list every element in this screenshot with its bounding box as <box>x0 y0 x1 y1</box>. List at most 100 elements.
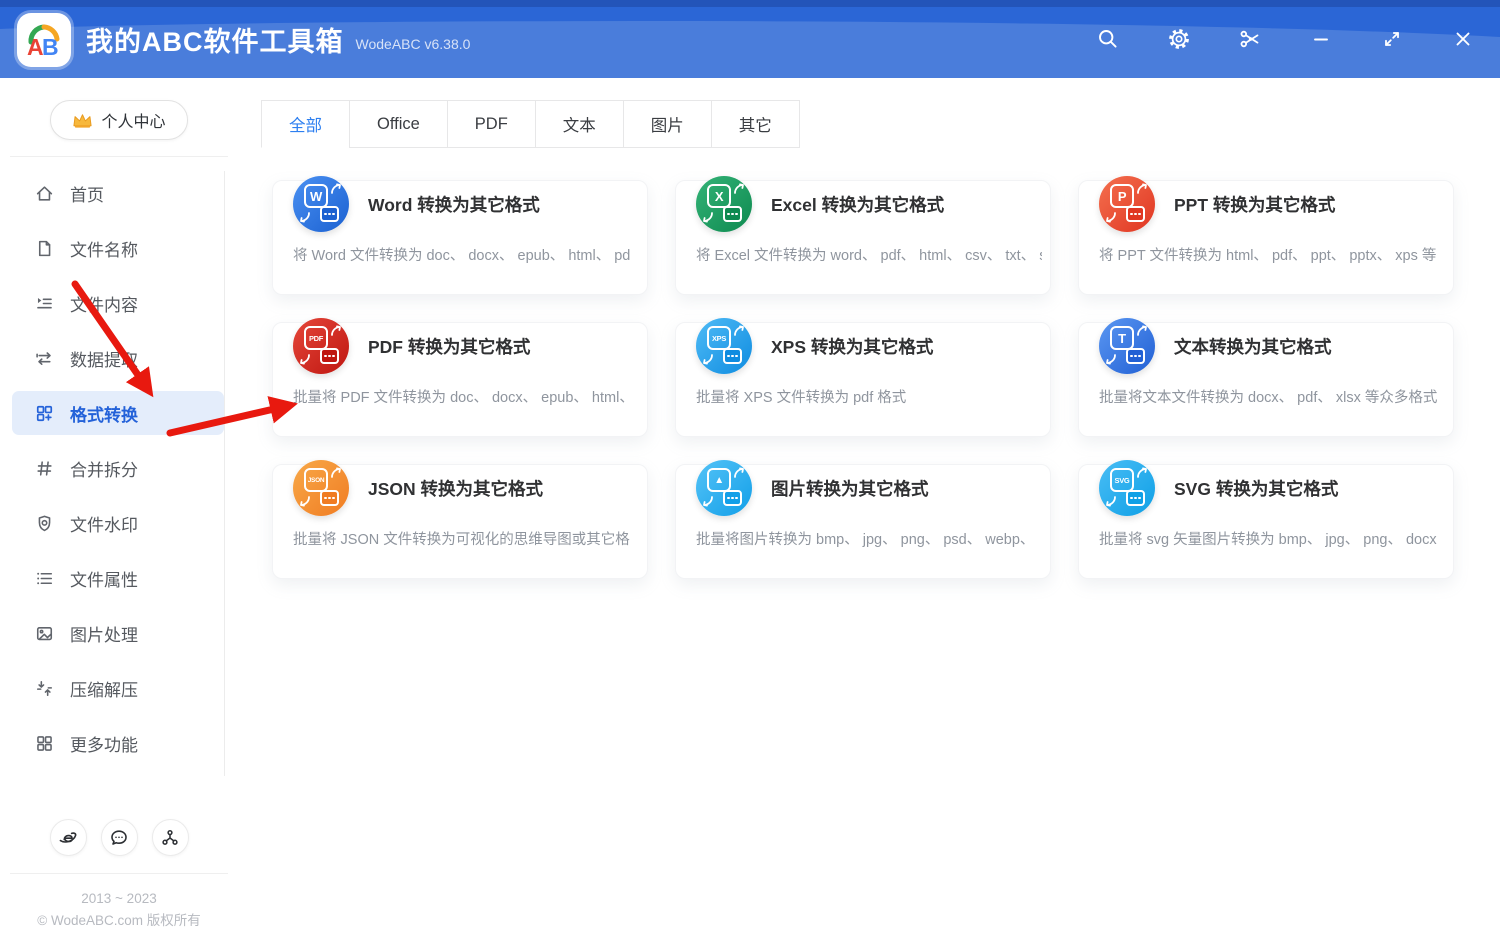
sidebar-item-data-extract[interactable]: 数据提取 <box>12 336 224 380</box>
crown-icon <box>73 114 93 128</box>
close-icon <box>1456 32 1470 46</box>
sidebar-item-compress[interactable]: 压缩解压 <box>12 666 224 710</box>
icon-mini-square <box>320 348 339 364</box>
tab-all[interactable]: 全部 <box>261 100 350 148</box>
sidebar-item-label: 更多功能 <box>70 735 138 755</box>
icon-mini-square <box>1126 490 1145 506</box>
tab-label: PDF <box>474 114 508 133</box>
share-button[interactable] <box>151 819 189 856</box>
close-button[interactable] <box>1450 26 1476 52</box>
card-excel-convert[interactable]: X Excel 转换为其它格式 将 Excel 文件转换为 word、 pdf、… <box>675 176 1051 295</box>
sidebar-item-file-name[interactable]: 文件名称 <box>12 226 224 270</box>
card-svg-convert[interactable]: SVG SVG 转换为其它格式 批量将 svg 矢量图片转换为 bmp、 jpg… <box>1078 460 1454 579</box>
sidebar-item-file-content[interactable]: 文件内容 <box>12 281 224 325</box>
card-title: SVG 转换为其它格式 <box>1174 478 1339 499</box>
app-logo-icon: A B <box>27 24 60 60</box>
word-convert-icon: W <box>293 176 349 232</box>
card-pdf-convert[interactable]: PDF PDF 转换为其它格式 批量将 PDF 文件转换为 doc、 docx、… <box>272 318 648 437</box>
image-convert-icon: ▲ <box>696 460 752 516</box>
sidebar-item-format-convert[interactable]: 格式转换 <box>12 391 224 435</box>
convert-arrow-icon <box>703 212 713 223</box>
merge-split-icon <box>37 460 52 476</box>
maximize-button[interactable] <box>1379 26 1405 52</box>
app-version: WodeABC v6.38.0 <box>355 36 471 52</box>
icon-badge: W <box>310 188 322 204</box>
convert-arrow-icon <box>331 325 341 336</box>
convert-arrow-icon <box>300 212 310 223</box>
icon-badge: T <box>1118 330 1126 346</box>
convert-arrow-icon <box>1137 183 1147 194</box>
sidebar-item-file-properties[interactable]: 文件属性 <box>12 556 224 600</box>
convert-arrow-icon <box>1106 212 1116 223</box>
icon-badge: X <box>714 188 724 204</box>
tab-label: 图片 <box>650 117 684 135</box>
convert-arrow-icon <box>1106 496 1116 507</box>
minimize-button[interactable] <box>1308 26 1334 52</box>
json-convert-icon: JSON <box>293 460 349 516</box>
card-json-convert[interactable]: JSON JSON 转换为其它格式 批量将 JSON 文件转换为可视化的思维导图… <box>272 460 648 579</box>
sidebar-item-image-process[interactable]: 图片处理 <box>12 611 224 655</box>
image-process-icon <box>36 626 53 640</box>
sidebar-item-label: 压缩解压 <box>70 680 138 700</box>
sidebar: 个人中心 首页 文件名称 文件内容 数据提取 格式转换 合并拆分 文件水印 文件… <box>0 78 238 950</box>
card-description: 将 Word 文件转换为 doc、 docx、 epub、 html、 pd <box>293 248 631 264</box>
icon-badge: PDF <box>308 333 324 343</box>
tab-image[interactable]: 图片 <box>622 100 712 148</box>
copyright-owner: © WodeABC.com 版权所有 <box>37 913 201 928</box>
titlebar: A B 我的ABC软件工具箱 WodeABC v6.38.0 <box>0 0 1500 78</box>
card-word-convert[interactable]: W Word 转换为其它格式 将 Word 文件转换为 doc、 docx、 e… <box>272 176 648 295</box>
sidebar-divider-top <box>10 156 228 157</box>
sidebar-footer-icons <box>0 819 238 856</box>
icon-badge: JSON <box>307 476 325 484</box>
card-ppt-convert[interactable]: P PPT 转换为其它格式 将 PPT 文件转换为 html、 pdf、 ppt… <box>1078 176 1454 295</box>
app-title: 我的ABC软件工具箱 <box>86 26 344 57</box>
sidebar-item-label: 文件名称 <box>70 240 138 260</box>
svg-convert-icon: SVG <box>1099 460 1155 516</box>
home-icon <box>36 185 53 201</box>
card-description: 批量将 svg 矢量图片转换为 bmp、 jpg、 png、 docx <box>1099 532 1437 548</box>
card-description: 批量将 PDF 文件转换为 doc、 docx、 epub、 html、 <box>293 390 634 406</box>
convert-arrow-icon <box>331 183 341 194</box>
sidebar-item-label: 格式转换 <box>70 405 138 425</box>
text-convert-icon: T <box>1099 318 1155 374</box>
tab-label: 全部 <box>289 117 322 135</box>
compress-icon <box>36 680 53 696</box>
sidebar-item-label: 文件水印 <box>70 515 138 535</box>
card-text-convert[interactable]: T 文本转换为其它格式 批量将文本文件转换为 docx、 pdf、 xlsx 等… <box>1078 318 1454 437</box>
card-description: 将 PPT 文件转换为 html、 pdf、 ppt、 pptx、 xps 等 <box>1099 248 1437 264</box>
icon-mini-square <box>723 348 742 364</box>
sidebar-item-watermark[interactable]: 文件水印 <box>12 501 224 545</box>
sidebar-item-more-features[interactable]: 更多功能 <box>12 721 224 765</box>
card-title: PDF 转换为其它格式 <box>368 336 531 357</box>
convert-arrow-icon <box>300 496 310 507</box>
maximize-icon <box>1385 32 1399 46</box>
icon-badge: ▲ <box>714 474 724 486</box>
card-title: Word 转换为其它格式 <box>368 194 540 215</box>
settings-button[interactable] <box>1166 26 1192 52</box>
convert-arrow-icon <box>734 467 744 478</box>
personal-center-button[interactable]: 个人中心 <box>50 100 188 140</box>
tab-text[interactable]: 文本 <box>534 100 624 148</box>
excel-convert-icon: X <box>696 176 752 232</box>
icon-badge: P <box>1117 188 1127 204</box>
browser-button[interactable] <box>49 819 87 856</box>
gear-icon <box>1169 29 1189 49</box>
sidebar-item-label: 文件内容 <box>70 295 138 315</box>
tab-pdf[interactable]: PDF <box>446 100 536 148</box>
convert-arrow-icon <box>734 183 744 194</box>
search-button[interactable] <box>1095 26 1121 52</box>
main-content: 全部 Office PDF 文本 图片 其它 W Word 转换为其它格式 将 … <box>238 78 1500 950</box>
card-xps-convert[interactable]: XPS XPS 转换为其它格式 批量将 XPS 文件转换为 pdf 格式 <box>675 318 1051 437</box>
tab-office[interactable]: Office <box>349 100 448 148</box>
card-title: XPS 转换为其它格式 <box>771 336 934 357</box>
tab-other[interactable]: 其它 <box>710 100 800 148</box>
app-logo: A B <box>17 13 71 67</box>
search-icon <box>1099 30 1117 48</box>
convert-arrow-icon <box>703 354 713 365</box>
cut-button[interactable] <box>1237 26 1263 52</box>
sidebar-item-home[interactable]: 首页 <box>12 171 224 215</box>
card-image-convert[interactable]: ▲ 图片转换为其它格式 批量将图片转换为 bmp、 jpg、 png、 psd、… <box>675 460 1051 579</box>
icon-mini-square <box>723 206 742 222</box>
sidebar-item-merge-split[interactable]: 合并拆分 <box>12 446 224 490</box>
feedback-button[interactable] <box>100 819 138 856</box>
